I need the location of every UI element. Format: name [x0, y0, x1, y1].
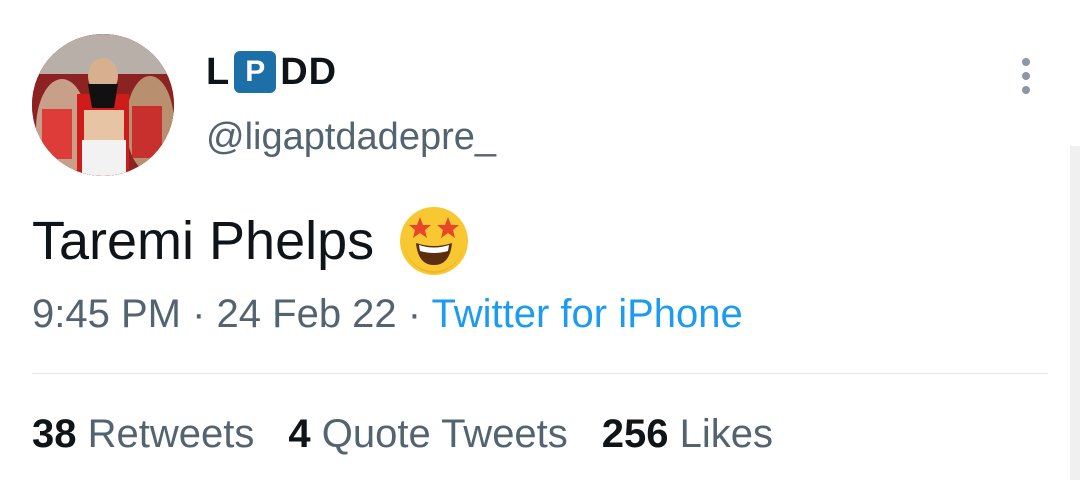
star-struck-emoji-icon [396, 203, 472, 279]
display-name-suffix: DD [280, 51, 338, 93]
quote-tweets-label: Quote Tweets [321, 412, 568, 456]
more-vertical-icon[interactable] [1016, 56, 1036, 96]
tweet-stats: 38 Retweets 4 Quote Tweets 256 Likes [32, 408, 807, 460]
more-dot [1022, 58, 1030, 66]
meta-separator: · [407, 292, 432, 336]
display-name[interactable]: L P DD [206, 48, 337, 96]
quote-tweets-stat[interactable]: 4 Quote Tweets [288, 408, 567, 460]
tweet-body: Taremi Phelps [32, 203, 472, 279]
more-dot [1022, 86, 1030, 94]
tweet-date[interactable]: 24 Feb 22 [217, 292, 397, 336]
tweet-text: Taremi Phelps [32, 211, 375, 271]
meta-separator: · [192, 292, 217, 336]
tweet-meta: 9:45 PM · 24 Feb 22 · Twitter for iPhone [32, 290, 743, 338]
retweets-count: 38 [32, 412, 88, 456]
tweet-time[interactable]: 9:45 PM [32, 292, 181, 336]
likes-count: 256 [601, 412, 680, 456]
scrollbar[interactable] [1070, 146, 1080, 480]
divider [32, 373, 1048, 374]
likes-stat[interactable]: 256 Likes [602, 408, 773, 460]
p-badge-icon: P [234, 51, 277, 93]
retweets-label: Retweets [87, 412, 255, 456]
more-dot [1022, 72, 1030, 80]
avatar[interactable] [32, 34, 174, 176]
user-handle[interactable]: @ligaptdadepre_ [206, 118, 496, 156]
quote-tweets-count: 4 [288, 412, 322, 456]
tweet-source-link[interactable]: Twitter for iPhone [432, 292, 743, 336]
likes-label: Likes [679, 412, 774, 456]
display-name-prefix: L [206, 51, 231, 93]
retweets-stat[interactable]: 38 Retweets [32, 408, 254, 460]
